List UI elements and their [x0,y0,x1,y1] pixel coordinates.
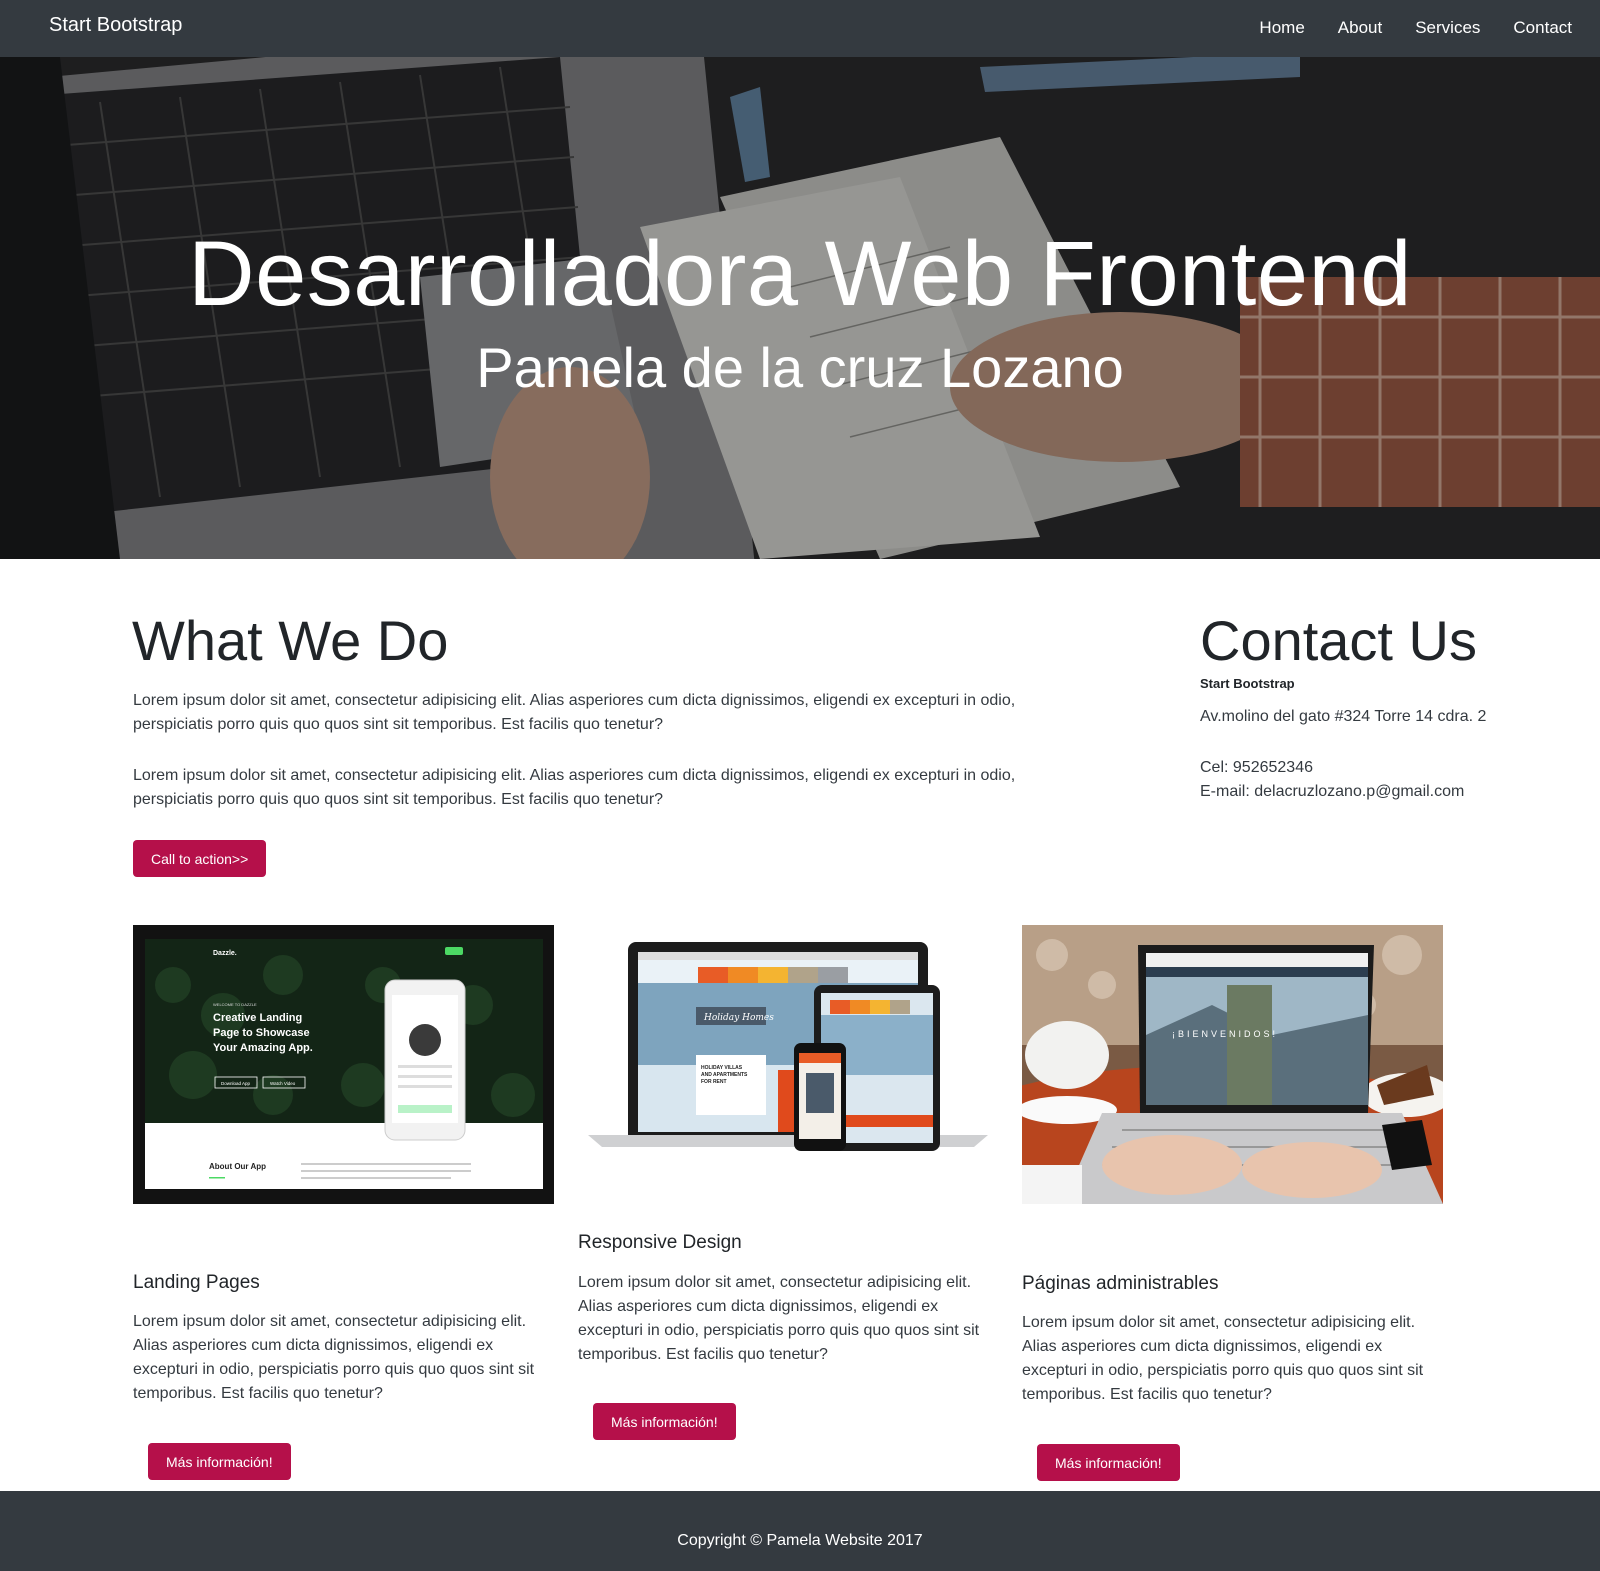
dazzle-headline-2: Page to Showcase [213,1027,310,1039]
paginas-administrables-image: ¡BIENVENIDOS! [1022,925,1443,1204]
dazzle-video: Watch Video [270,1081,296,1086]
paginas-administrables-title: Páginas administrables [1022,1273,1219,1294]
holiday-headline-3: FOR RENT [701,1079,727,1085]
nav-link-home[interactable]: Home [1259,18,1304,38]
paginas-administrables-more-button[interactable]: Más información! [1037,1444,1180,1481]
footer: Copyright © Pamela Website 2017 [0,1491,1600,1571]
contact-email: E-mail: delacruzlozano.p@gmail.com [1200,783,1465,800]
contact-address: Av.molino del gato #324 Torre 14 cdra. 2 [1200,708,1487,725]
hero-title: Desarrolladora Web Frontend [188,223,1412,325]
hero-header: Desarrolladora Web Frontend Pamela de la… [0,57,1600,559]
navbar-brand[interactable]: Start Bootstrap [49,14,182,37]
bienvenidos-text: ¡BIENVENIDOS! [1172,1029,1278,1039]
landing-pages-text: Lorem ipsum dolor sit amet, consectetur … [133,1313,535,1402]
dazzle-headline-1: Creative Landing [213,1012,302,1024]
landing-pages-title: Landing Pages [133,1272,260,1293]
holiday-headline-1: HOLIDAY VILLAS [701,1065,743,1071]
nav-link-about[interactable]: About [1338,18,1382,38]
dazzle-headline-3: Your Amazing App. [213,1042,313,1054]
call-to-action-button[interactable]: Call to action>> [133,840,267,877]
dazzle-about: About Our App [209,1162,266,1171]
landing-pages-image: Dazzle. WELCOME TO DAZZLE Creative Landi… [133,925,554,1204]
landing-pages-more-button[interactable]: Más información! [148,1443,291,1480]
hero-subtitle: Pamela de la cruz Lozano [476,336,1124,399]
footer-copyright: Copyright © Pamela Website 2017 [677,1532,923,1549]
nav-link-services[interactable]: Services [1415,18,1480,38]
responsive-design-more-button[interactable]: Más información! [593,1403,736,1440]
contact-phone: Cel: 952652346 [1200,759,1313,776]
what-we-do-heading: What We Do [132,609,449,672]
what-we-do-paragraph-2: Lorem ipsum dolor sit amet, consectetur … [133,767,1016,808]
dazzle-brand: Dazzle. [213,950,237,957]
responsive-design-image: Holiday Homes HOLIDAY VILLAS AND APARTME… [578,925,999,1157]
holiday-homes-script: Holiday Homes [703,1013,774,1023]
nav-link-contact[interactable]: Contact [1513,18,1572,38]
navbar: Start Bootstrap Home About Services Cont… [0,0,1600,57]
dazzle-welcome: WELCOME TO DAZZLE [213,1002,257,1007]
contact-company: Start Bootstrap [1200,676,1295,691]
what-we-do-paragraph-1: Lorem ipsum dolor sit amet, consectetur … [133,692,1016,733]
responsive-design-title: Responsive Design [578,1232,742,1253]
nav-links: Home About Services Contact [1226,18,1572,38]
paginas-administrables-text: Lorem ipsum dolor sit amet, consectetur … [1022,1314,1424,1403]
responsive-design-text: Lorem ipsum dolor sit amet, consectetur … [578,1274,980,1363]
holiday-headline-2: AND APARTMENTS [701,1072,748,1078]
dazzle-download: Download App [221,1081,251,1086]
contact-us-heading: Contact Us [1200,609,1477,672]
